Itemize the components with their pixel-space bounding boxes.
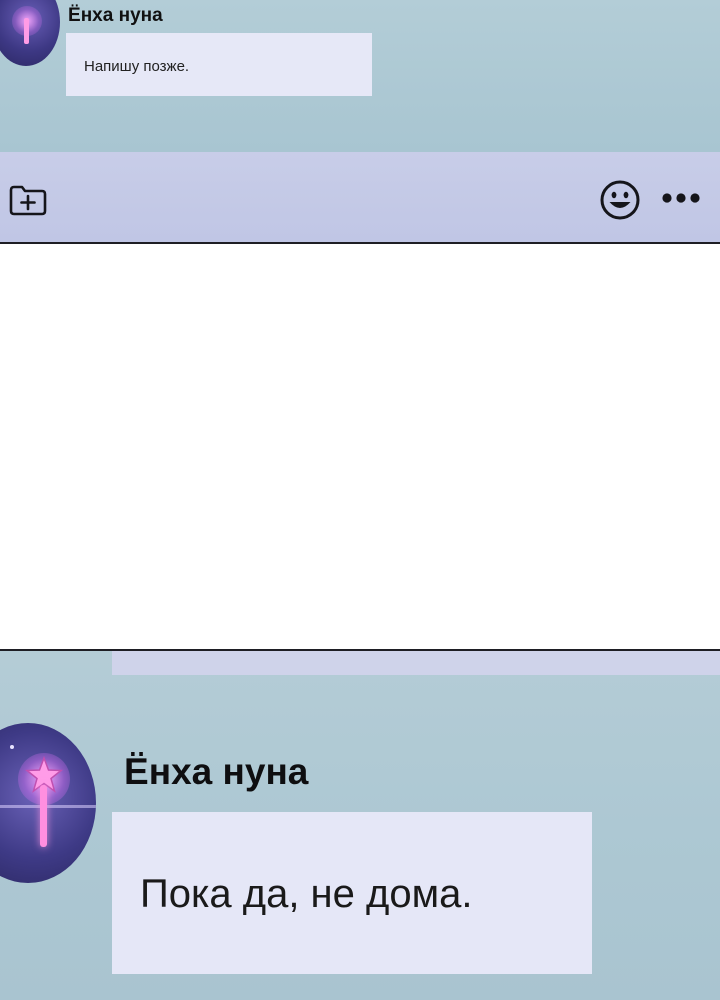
chat-panel-top: Ёнха нуна Напишу позже.	[0, 0, 720, 244]
sender-name: Ёнха нуна	[124, 751, 309, 792]
avatar-wand	[24, 18, 29, 44]
avatar-sparkle	[10, 745, 14, 749]
more-dots-icon[interactable]	[660, 190, 702, 206]
message-bubble[interactable]: Напишу позже.	[66, 33, 372, 96]
avatar-large[interactable]	[0, 723, 96, 883]
message-bubble[interactable]: Пока да, не дома.	[112, 812, 592, 974]
panel-gutter	[0, 244, 720, 649]
previous-bubble-edge	[112, 651, 720, 675]
avatar[interactable]	[0, 0, 60, 66]
folder-plus-icon[interactable]	[8, 182, 48, 216]
sender-name: Ёнха нуна	[68, 5, 163, 26]
avatar-wand	[40, 785, 47, 847]
message-text: Пока да, не дома.	[140, 872, 473, 916]
message-toolbar	[0, 152, 720, 242]
chat-area: Ёнха нуна Напишу позже.	[0, 0, 720, 152]
smiley-icon[interactable]	[599, 179, 641, 221]
avatar-horizon	[0, 805, 96, 808]
message-text: Напишу позже.	[84, 58, 190, 75]
comic-page: Ёнха нуна Напишу позже. Ёнха нуна Пока д…	[0, 0, 720, 1000]
chat-panel-bottom: Ёнха нуна Пока да, не дома.	[0, 649, 720, 1000]
